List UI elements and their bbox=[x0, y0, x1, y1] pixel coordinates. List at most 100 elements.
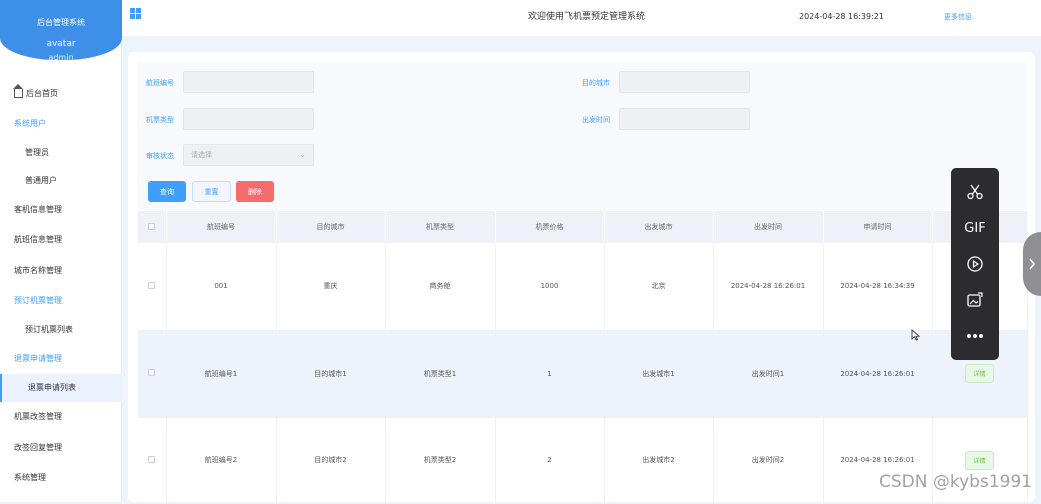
table-cell: 2024-04-28 16:34:39 bbox=[823, 243, 933, 331]
mouse-cursor-icon bbox=[911, 326, 921, 345]
sidebar-item-label: 普通用户 bbox=[25, 175, 57, 185]
column-header: 申请时间 bbox=[823, 211, 933, 243]
refund-table: 航班编号 目的城市 机票类型 机票价格 出发城市 出发时间 申请时间 001 重… bbox=[138, 211, 1028, 504]
table-cell: 航班编号1 bbox=[166, 330, 277, 418]
sidebar-item-system[interactable]: 系统管理 bbox=[0, 463, 122, 494]
current-datetime: 2024-04-28 16:39:21 bbox=[799, 12, 884, 21]
table-cell: 出发城市1 bbox=[604, 330, 714, 418]
audit-status-placeholder: 请选择 bbox=[191, 151, 212, 159]
sidebar: 后台管理系统 avatar admin 后台首页 系统用户 管理员 普通用户 客… bbox=[0, 0, 122, 502]
column-header: 出发城市 bbox=[604, 211, 714, 243]
sidebar-item-label: 系统管理 bbox=[14, 473, 46, 483]
column-header: 机票类型 bbox=[385, 211, 496, 243]
image-icon[interactable] bbox=[951, 288, 999, 312]
sidebar-item-reschedule[interactable]: 机票改签管理 bbox=[0, 402, 122, 433]
column-header: 目的城市 bbox=[276, 211, 386, 243]
table-cell: 北京 bbox=[604, 243, 714, 331]
table-cell: 机票类型1 bbox=[385, 330, 496, 418]
sidebar-item-label: 后台首页 bbox=[26, 88, 58, 98]
table-cell: 1 bbox=[495, 330, 605, 418]
sidebar-item-label: 系统用户 bbox=[14, 119, 46, 129]
row-checkbox[interactable] bbox=[148, 281, 156, 289]
username: admin bbox=[48, 53, 74, 62]
sidebar-item-refunds[interactable]: 退票申请管理 bbox=[0, 344, 122, 375]
table-row[interactable]: 航班编号1 目的城市1 机票类型1 1 出发城市1 出发时间1 2024-04-… bbox=[138, 330, 1028, 418]
select-all-cell[interactable] bbox=[138, 211, 167, 243]
flight-no-label: 航班编号 bbox=[146, 79, 174, 87]
sidebar-item-label: 预订机票列表 bbox=[25, 325, 73, 335]
sidebar-item-label: 管理员 bbox=[25, 148, 49, 158]
chevron-down-icon: ⌄ bbox=[299, 150, 306, 159]
sidebar-item-reschedule-reply[interactable]: 改签回复管理 bbox=[0, 432, 122, 463]
table-cell: 001 bbox=[166, 243, 277, 331]
sidebar-item-normal-users[interactable]: 普通用户 bbox=[0, 167, 122, 195]
row-checkbox[interactable] bbox=[148, 455, 156, 463]
table-cell: 2 bbox=[495, 417, 605, 504]
table-cell: 航班编号2 bbox=[166, 417, 277, 504]
sidebar-item-label: 客机信息管理 bbox=[14, 204, 62, 214]
sidebar-item-aircraft[interactable]: 客机信息管理 bbox=[0, 194, 122, 225]
table-cell: 机票类型2 bbox=[385, 417, 496, 504]
sidebar-item-bookings[interactable]: 预订机票管理 bbox=[0, 286, 122, 317]
table-cell: 目的城市2 bbox=[276, 417, 386, 504]
audit-status-label: 审核状态 bbox=[146, 152, 174, 160]
sidebar-item-label: 预订机票管理 bbox=[14, 296, 62, 306]
table-header-row: 航班编号 目的城市 机票类型 机票价格 出发城市 出发时间 申请时间 bbox=[138, 211, 1028, 243]
sidebar-item-label: 退票申请管理 bbox=[14, 354, 62, 364]
table-cell: 出发时间1 bbox=[713, 330, 824, 418]
table-cell: 目的城市1 bbox=[276, 330, 386, 418]
sidebar-item-refund-list[interactable]: 退票申请列表 bbox=[0, 374, 122, 402]
reset-button[interactable]: 重置 bbox=[192, 181, 231, 202]
sidebar-item-label: 改签回复管理 bbox=[14, 442, 62, 452]
scissors-icon[interactable] bbox=[951, 180, 999, 204]
sidebar-item-label: 城市名称管理 bbox=[14, 265, 62, 275]
dest-city-input[interactable] bbox=[619, 71, 750, 93]
avatar-alt-text: avatar bbox=[46, 39, 76, 49]
query-button[interactable]: 查询 bbox=[148, 181, 186, 202]
menu-toggle-icon[interactable] bbox=[130, 8, 141, 19]
sidebar-item-label: 机票改签管理 bbox=[14, 412, 62, 422]
sidebar-item-cities[interactable]: 城市名称管理 bbox=[0, 255, 122, 286]
depart-time-label: 出发时间 bbox=[582, 116, 610, 124]
detail-button[interactable]: 详情 bbox=[965, 364, 994, 383]
sidebar-item-booking-list[interactable]: 预订机票列表 bbox=[0, 316, 122, 344]
delete-button[interactable]: 删除 bbox=[236, 181, 274, 202]
table-cell: 出发时间2 bbox=[713, 417, 824, 504]
topbar: 欢迎使用飞机票预定管理系统 2024-04-28 16:39:21 更多信息 bbox=[122, 0, 1041, 36]
detail-button[interactable]: 详情 bbox=[965, 450, 994, 470]
sidebar-menu: 后台首页 系统用户 管理员 普通用户 客机信息管理 航班信息管理 城市名称管理 … bbox=[0, 78, 122, 493]
table-cell: 出发城市2 bbox=[604, 417, 714, 504]
column-header: 航班编号 bbox=[166, 211, 277, 243]
home-icon bbox=[13, 83, 23, 98]
table-cell: 1000 bbox=[495, 243, 605, 331]
sidebar-item-home[interactable]: 后台首页 bbox=[0, 78, 122, 109]
column-header: 机票价格 bbox=[495, 211, 605, 243]
ticket-type-label: 机票类型 bbox=[146, 116, 174, 124]
audit-status-select[interactable]: 请选择 ⌄ bbox=[183, 144, 314, 166]
sidebar-item-admins[interactable]: 管理员 bbox=[0, 139, 122, 167]
record-icon[interactable] bbox=[951, 252, 999, 276]
sidebar-item-label: 航班信息管理 bbox=[14, 235, 62, 245]
table-cell: 重庆 bbox=[276, 243, 386, 331]
table-cell: 商务舱 bbox=[385, 243, 496, 331]
app-title: 后台管理系统 bbox=[37, 18, 85, 27]
column-header: 出发时间 bbox=[713, 211, 824, 243]
table-cell: 2024-04-28 16:26:01 bbox=[713, 243, 824, 331]
sidebar-item-flights[interactable]: 航班信息管理 bbox=[0, 225, 122, 256]
avatar[interactable]: avatar bbox=[0, 39, 122, 49]
watermark: CSDN @kybs1991 bbox=[879, 472, 1033, 492]
ticket-type-input[interactable] bbox=[183, 108, 314, 130]
welcome-text: 欢迎使用飞机票预定管理系统 bbox=[528, 12, 646, 22]
flight-no-input[interactable] bbox=[183, 71, 314, 93]
row-checkbox[interactable] bbox=[148, 369, 156, 376]
dest-city-label: 目的城市 bbox=[582, 79, 610, 87]
side-panel-handle[interactable] bbox=[1023, 232, 1041, 296]
brand-header: 后台管理系统 avatar admin bbox=[0, 0, 122, 62]
depart-time-input[interactable] bbox=[619, 108, 750, 130]
gif-icon[interactable]: GIF bbox=[951, 216, 999, 240]
more-info-link[interactable]: 更多信息 bbox=[944, 12, 972, 22]
table-row[interactable]: 001 重庆 商务舱 1000 北京 2024-04-28 16:26:01 2… bbox=[138, 243, 1028, 331]
select-all-checkbox[interactable] bbox=[148, 222, 156, 230]
sidebar-item-system-users[interactable]: 系统用户 bbox=[0, 109, 122, 140]
more-icon[interactable] bbox=[951, 324, 999, 348]
